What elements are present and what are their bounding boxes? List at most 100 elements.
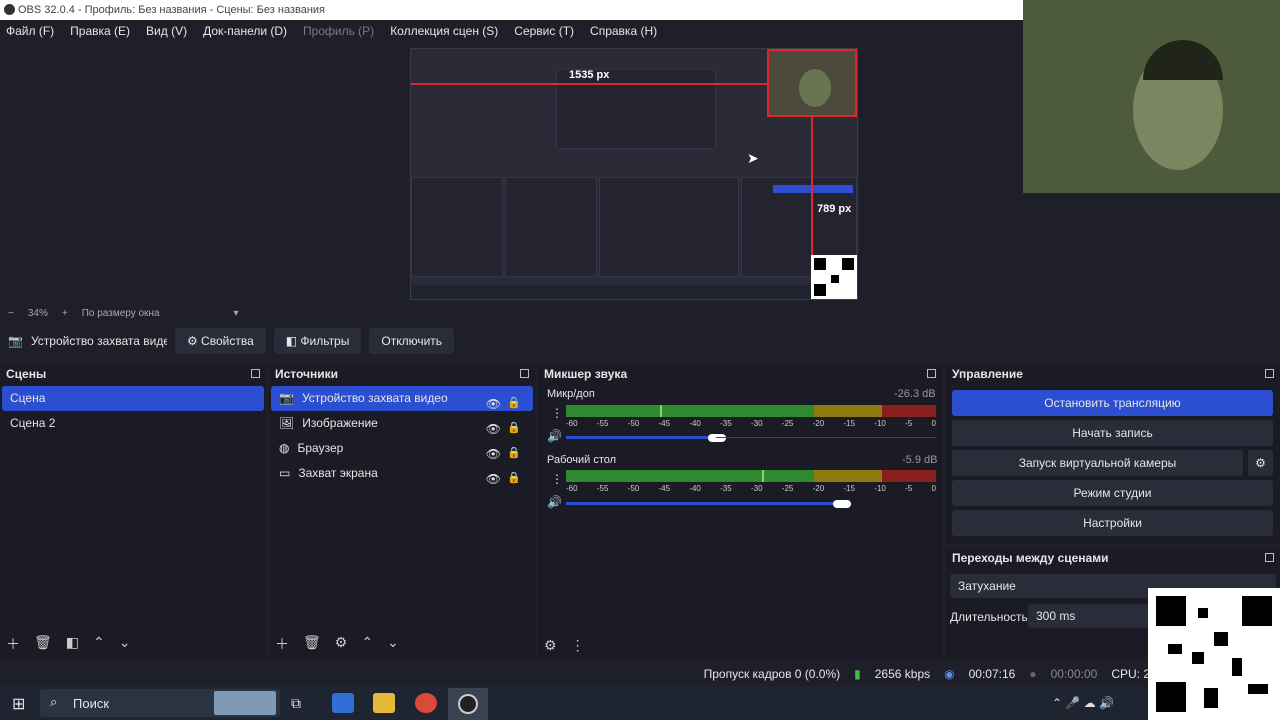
volume-slider[interactable] (566, 436, 716, 439)
horizontal-distance-label: 1535 px (569, 69, 610, 81)
undock-icon[interactable] (1265, 553, 1274, 562)
nested-taskbar (411, 285, 857, 299)
trash-icon[interactable]: 🗑 (34, 634, 52, 654)
volume-slider-handle[interactable] (708, 434, 726, 442)
trash-icon[interactable]: 🗑 (303, 634, 321, 654)
scene-item[interactable]: Сцена 2 (2, 411, 264, 436)
volume-slider-handle[interactable] (833, 500, 851, 508)
start-recording-button[interactable]: Начать запись (952, 420, 1273, 446)
undock-icon[interactable] (520, 369, 529, 378)
arrow-down-icon[interactable]: ⌄ (387, 634, 399, 654)
zoom-mode-select[interactable]: По размеру окна (82, 308, 160, 319)
add-icon[interactable]: ＋ (6, 634, 20, 654)
source-item[interactable]: ◍ Браузер 👁 🔒 (271, 436, 533, 461)
search-highlight-image (214, 691, 276, 715)
mixer-title: Микшер звука (544, 367, 628, 381)
channel-name: Рабочий стол (547, 454, 617, 466)
arrow-up-icon[interactable]: ⌃ (93, 634, 105, 654)
camera-icon: 📷 (279, 391, 294, 405)
mouse-cursor-icon: ➤ (747, 150, 759, 166)
sources-title: Источники (275, 367, 339, 381)
channel-db: -26.3 dB (894, 388, 936, 400)
menu-scene-collection[interactable]: Коллекция сцен (S) (390, 24, 498, 38)
zoom-level: 34% (27, 307, 48, 319)
stream-time: 00:07:16 (968, 667, 1016, 681)
obs-taskbar-button[interactable] (448, 688, 488, 720)
properties-button[interactable]: ⚙ Свойства (174, 328, 266, 354)
scene-item[interactable]: Сцена (2, 386, 264, 411)
file-explorer-icon[interactable] (373, 693, 395, 713)
chevron-down-icon[interactable]: ▾ (234, 308, 239, 319)
lock-icon[interactable]: 🔒 (507, 466, 521, 491)
status-bar: Пропуск кадров 0 (0.0%) ▮ 2656 kbps ◉ 00… (0, 662, 1280, 686)
source-label: Изображение (302, 416, 378, 430)
volume-slider[interactable] (566, 502, 842, 505)
sources-dock: Источники 📷 Устройство захвата видео 👁 🔒… (269, 364, 535, 660)
windows-start-icon[interactable]: ⊞ (12, 694, 25, 714)
volume-track (716, 437, 936, 438)
monitor-icon: ▭ (279, 466, 291, 480)
add-icon[interactable]: ＋ (275, 634, 289, 654)
source-label: Устройство захвата видео (301, 391, 448, 405)
settings-button[interactable]: Настройки (952, 510, 1273, 536)
channel-menu-icon[interactable]: ⋮ (551, 406, 563, 420)
channel-menu-icon[interactable]: ⋮ (551, 472, 563, 486)
horizontal-guide-line (411, 83, 767, 85)
zoom-out-button[interactable]: − (8, 308, 14, 319)
menu-profile[interactable]: Профиль (P) (303, 24, 374, 38)
tray-icons[interactable]: ⌃ 🎤 ☁ 🔊 (1052, 696, 1114, 710)
audio-meter (566, 470, 936, 482)
speaker-icon[interactable]: 🔊 (547, 429, 562, 443)
search-placeholder: Поиск (73, 696, 110, 711)
store-icon[interactable] (332, 693, 354, 713)
taskbar-search[interactable]: ⌕ Поиск (40, 689, 280, 717)
undock-icon[interactable] (927, 369, 936, 378)
chrome-icon[interactable] (415, 693, 437, 713)
bitrate: 2656 kbps (874, 667, 931, 681)
start-virtual-camera-button[interactable]: Запуск виртуальной камеры (952, 450, 1243, 476)
undock-icon[interactable] (1265, 369, 1274, 378)
eye-icon[interactable]: 👁 (486, 467, 501, 492)
stream-icon: ◉ (944, 667, 955, 681)
sources-dock-header: Источники (269, 364, 535, 384)
advanced-audio-icon[interactable]: ⚙ (544, 637, 557, 654)
task-view-icon[interactable]: ⧉ (291, 695, 301, 712)
sources-toolbar: ＋ 🗑 ⚙ ⌃ ⌄ (275, 634, 399, 654)
menu-view[interactable]: Вид (V) (146, 24, 187, 38)
filter-icon[interactable]: ◧ (66, 634, 79, 654)
channel-name: Микр/доп (547, 388, 595, 400)
globe-icon: ◍ (279, 441, 290, 455)
transitions-title: Переходы между сценами (952, 551, 1109, 565)
qr-code-mini (811, 255, 857, 299)
arrow-up-icon[interactable]: ⌃ (361, 634, 373, 654)
selected-webcam-source[interactable] (767, 49, 857, 117)
record-icon: ● (1029, 667, 1037, 681)
studio-mode-button[interactable]: Режим студии (952, 480, 1273, 506)
stop-streaming-button[interactable]: Остановить трансляцию (952, 390, 1273, 416)
source-item[interactable]: ▭ Захват экрана 👁 🔒 (271, 461, 533, 486)
menu-file[interactable]: Файл (F) (6, 24, 54, 38)
more-options-icon[interactable]: ⋮ (571, 637, 585, 654)
filters-button[interactable]: ◧ Фильтры (273, 328, 362, 354)
menu-edit[interactable]: Правка (E) (70, 24, 130, 38)
gear-icon[interactable]: ⚙ (335, 634, 348, 654)
controls-title: Управление (952, 367, 1023, 381)
camera-icon: 📷 (8, 334, 23, 348)
properties-label: Свойства (201, 334, 254, 348)
menu-help[interactable]: Справка (H) (590, 24, 657, 38)
menu-docks[interactable]: Док-панели (D) (203, 24, 287, 38)
source-item[interactable]: 🖼 Изображение 👁 🔒 (271, 411, 533, 436)
menu-tools[interactable]: Сервис (T) (514, 24, 574, 38)
zoom-in-button[interactable]: + (62, 308, 68, 319)
speaker-icon[interactable]: 🔊 (547, 495, 562, 509)
program-preview[interactable]: 1535 px 789 px (410, 48, 858, 300)
transitions-dock-header: Переходы между сценами (946, 548, 1280, 568)
arrow-down-icon[interactable]: ⌄ (119, 634, 131, 654)
source-item[interactable]: 📷 Устройство захвата видео 👁 🔒 (271, 386, 533, 411)
duration-input[interactable]: 300 ms (1028, 604, 1168, 628)
disconnect-button[interactable]: Отключить (369, 328, 455, 354)
gear-icon[interactable]: ⚙ (1248, 450, 1273, 476)
controls-dock-header: Управление (946, 364, 1280, 384)
source-label: Браузер (297, 441, 344, 455)
undock-icon[interactable] (251, 369, 260, 378)
